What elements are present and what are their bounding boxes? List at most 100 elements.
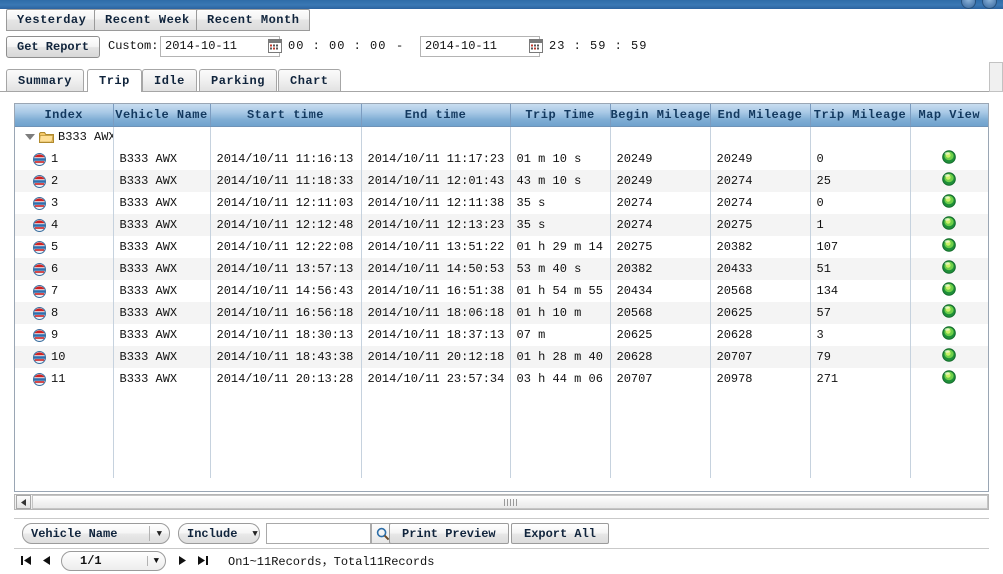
cell-map-view[interactable] — [910, 346, 988, 368]
table-row[interactable]: 2 B333 AWX 2014/10/11 11:18:33 2014/10/11 1… — [15, 170, 988, 192]
group-empty-cell — [710, 126, 811, 148]
scroll-track[interactable] — [32, 495, 988, 509]
map-view-button[interactable] — [942, 150, 957, 164]
globe-icon — [942, 304, 957, 318]
minimize-button[interactable] — [961, 0, 976, 9]
yesterday-button[interactable]: Yesterday — [6, 9, 98, 31]
chevron-down-icon: ▼ — [146, 555, 165, 566]
table-row[interactable]: 6 B333 AWX 2014/10/11 13:57:13 2014/10/11 1… — [15, 258, 988, 280]
end-date-input[interactable]: 2014-10-11 — [420, 36, 540, 57]
group-label-cell[interactable]: B333 AWX — [15, 126, 114, 148]
first-page-icon[interactable] — [18, 552, 34, 570]
column-header-end-mileage[interactable]: End Mileage — [710, 104, 811, 127]
recent-month-button[interactable]: Recent Month — [196, 9, 311, 31]
search-field-dropdown[interactable]: Vehicle Name ▼ — [22, 523, 170, 544]
previous-page-icon[interactable] — [38, 552, 54, 570]
search-match-dropdown[interactable]: Include ▼ — [178, 523, 260, 544]
chevron-down-icon: ▼ — [156, 528, 162, 539]
filler-cell — [510, 390, 611, 412]
table-row[interactable]: 9 B333 AWX 2014/10/11 18:30:13 2014/10/11 1… — [15, 324, 988, 346]
start-time-value[interactable]: 00 : 00 : 00 — [288, 39, 386, 53]
cell-map-view[interactable] — [910, 280, 988, 302]
last-page-icon[interactable] — [194, 552, 210, 570]
cell-map-view[interactable] — [910, 324, 988, 346]
column-header-begin-mileage[interactable]: Begin Mileage — [610, 104, 711, 127]
table-row[interactable]: 1 B333 AWX 2014/10/11 11:16:13 2014/10/11 1… — [15, 148, 988, 170]
map-view-button[interactable] — [942, 194, 957, 208]
cell-map-view[interactable] — [910, 192, 988, 214]
print-preview-button[interactable]: Print Preview — [389, 523, 509, 544]
table-row[interactable]: 4 B333 AWX 2014/10/11 12:12:48 2014/10/11 1… — [15, 214, 988, 236]
cell-index: 8 — [15, 302, 114, 324]
map-view-button[interactable] — [942, 238, 957, 252]
row-index-label: 6 — [51, 262, 59, 276]
cell-start-time: 2014/10/11 14:56:43 — [210, 280, 362, 302]
column-header-vehicle-name[interactable]: Vehicle Name — [113, 104, 211, 127]
export-all-button[interactable]: Export All — [511, 523, 610, 544]
next-page-icon[interactable] — [174, 552, 190, 570]
table-row[interactable]: 7 B333 AWX 2014/10/11 14:56:43 2014/10/11 1… — [15, 280, 988, 302]
table-row[interactable]: 5 B333 AWX 2014/10/11 12:22:08 2014/10/11 1… — [15, 236, 988, 258]
get-report-button[interactable]: Get Report — [6, 36, 101, 58]
range-separator: - — [396, 39, 404, 53]
search-input[interactable] — [266, 523, 371, 544]
end-time-value[interactable]: 23 : 59 : 59 — [549, 39, 647, 53]
column-header-map-view[interactable]: Map View — [910, 104, 988, 127]
tab-chart[interactable]: Chart — [278, 69, 341, 91]
row-index-label: 8 — [51, 306, 59, 320]
map-view-button[interactable] — [942, 304, 957, 318]
page-selector[interactable]: 1/1 ▼ — [61, 550, 166, 571]
map-view-button[interactable] — [942, 348, 957, 362]
table-row[interactable]: 8 B333 AWX 2014/10/11 16:56:18 2014/10/11 1… — [15, 302, 988, 324]
map-view-button[interactable] — [942, 370, 957, 384]
cell-map-view[interactable] — [910, 236, 988, 258]
group-empty-cell — [810, 126, 911, 148]
cell-trip-time: 01 h 10 m — [510, 302, 611, 324]
tab-trip[interactable]: Trip — [87, 69, 142, 92]
column-header-index[interactable]: Index — [15, 104, 114, 127]
table-row[interactable]: 11 B333 AWX 2014/10/11 20:13:28 2014/10/11 … — [15, 368, 988, 390]
start-date-input[interactable]: 2014-10-11 — [160, 36, 280, 57]
calendar-icon[interactable] — [268, 39, 282, 53]
cell-map-view[interactable] — [910, 368, 988, 390]
vertical-scrollbar[interactable] — [989, 62, 1003, 92]
cell-map-view[interactable] — [910, 170, 988, 192]
table-filler-row — [15, 412, 988, 434]
cell-begin-mileage: 20249 — [610, 170, 711, 192]
close-button[interactable] — [982, 0, 997, 9]
cell-map-view[interactable] — [910, 302, 988, 324]
scroll-thumb[interactable] — [32, 495, 988, 509]
table-group-row[interactable]: B333 AWX — [15, 126, 988, 148]
map-view-button[interactable] — [942, 260, 957, 274]
map-view-button[interactable] — [942, 216, 957, 230]
cell-trip-time: 01 h 28 m 40 s — [510, 346, 611, 368]
globe-icon — [942, 238, 957, 252]
caret-down-icon[interactable] — [25, 134, 35, 141]
cell-map-view[interactable] — [910, 258, 988, 280]
cell-map-view[interactable] — [910, 148, 988, 170]
map-view-button[interactable] — [942, 282, 957, 296]
table-row[interactable]: 10 B333 AWX 2014/10/11 18:43:38 2014/10/11 … — [15, 346, 988, 368]
column-header-trip-mileage[interactable]: Trip Mileage — [810, 104, 911, 127]
column-header-start-time[interactable]: Start time — [210, 104, 362, 127]
scroll-left-arrow-icon[interactable] — [16, 495, 31, 509]
horizontal-scrollbar[interactable] — [14, 494, 989, 510]
cell-end-mileage: 20249 — [710, 148, 811, 170]
cell-end-time: 2014/10/11 12:13:23 — [361, 214, 511, 236]
table-row[interactable]: 3 B333 AWX 2014/10/11 12:11:03 2014/10/11 1… — [15, 192, 988, 214]
cell-vehicle-name: B333 AWX — [113, 192, 211, 214]
map-view-button[interactable] — [942, 326, 957, 340]
cell-map-view[interactable] — [910, 214, 988, 236]
recent-week-button[interactable]: Recent Week — [94, 9, 201, 31]
calendar-icon[interactable] — [529, 39, 543, 53]
filler-cell — [361, 456, 511, 478]
tab-parking[interactable]: Parking — [199, 69, 277, 91]
column-header-end-time[interactable]: End time — [361, 104, 511, 127]
column-header-trip-time[interactable]: Trip Time — [510, 104, 611, 127]
tab-idle[interactable]: Idle — [142, 69, 197, 91]
map-view-button[interactable] — [942, 172, 957, 186]
tab-summary[interactable]: Summary — [6, 69, 84, 91]
cell-index: 3 — [15, 192, 114, 214]
vehicle-icon — [33, 284, 46, 298]
cell-trip-mileage: 1 — [810, 214, 911, 236]
